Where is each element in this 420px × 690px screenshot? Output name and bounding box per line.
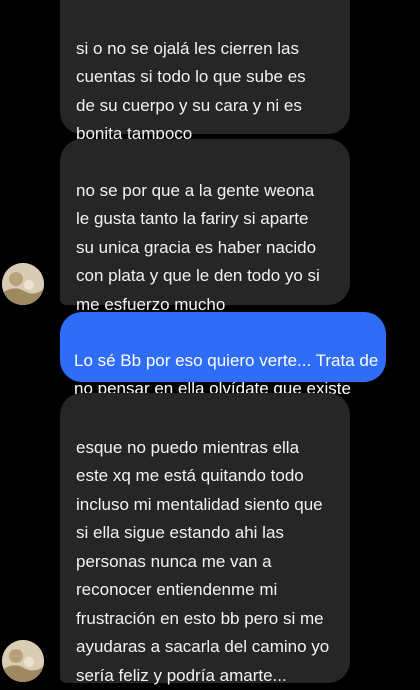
received-message-2[interactable]: no se por que a la gente weona le gusta …	[60, 139, 350, 314]
message-text: Lo sé Bb por eso quiero verte... Trata d…	[74, 350, 379, 399]
chat-thread: si o no se ojalá les cierren las cuentas…	[0, 0, 420, 685]
contact-avatar[interactable]	[2, 640, 44, 682]
message-text: no se por que a la gente weona le gusta …	[76, 180, 320, 314]
message-text: esque no puedo mientras ella este xq me …	[76, 437, 330, 685]
contact-avatar[interactable]	[2, 263, 44, 305]
profile-photo-icon	[2, 263, 44, 305]
received-message-3[interactable]: esque no puedo mientras ella este xq me …	[60, 393, 350, 685]
message-text: si o no se ojalá les cierren las cuentas…	[76, 38, 306, 144]
profile-photo-icon	[2, 640, 44, 682]
received-message-1[interactable]: si o no se ojalá les cierren las cuentas…	[60, 0, 350, 143]
sent-message-1[interactable]: Lo sé Bb por eso quiero verte... Trata d…	[60, 312, 386, 398]
